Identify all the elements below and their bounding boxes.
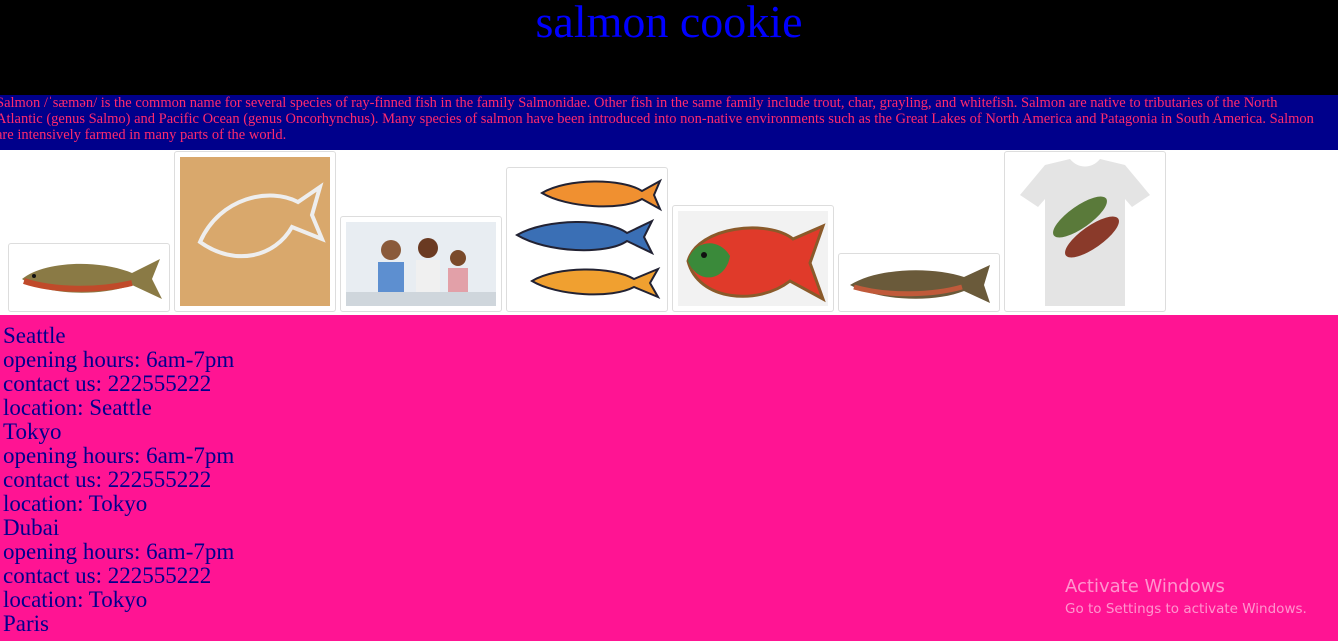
store-tokyo: Tokyo opening hours: 6am-7pm contact us:… [3, 420, 1003, 516]
family-kitchen-image[interactable] [340, 216, 502, 312]
store-seattle: Seattle opening hours: 6am-7pm contact u… [3, 324, 1003, 420]
store-location: location: Tokyo [3, 587, 148, 612]
store-location: location: Seattle [3, 395, 152, 420]
image-gallery [0, 150, 1338, 315]
intro-section: Salmon /ˈsæmən/ is the common name for s… [0, 95, 1338, 150]
intro-paragraph: Salmon /ˈsæmən/ is the common name for s… [0, 95, 1314, 143]
salmon-tshirt-image[interactable] [1004, 151, 1166, 312]
store-name: Tokyo [3, 419, 62, 444]
cartoon-fish-image[interactable] [506, 167, 668, 312]
store-paris: Paris [3, 612, 1003, 636]
store-list: Seattle opening hours: 6am-7pm contact u… [3, 324, 1003, 636]
salmon-side-image[interactable] [838, 253, 1000, 312]
watermark-title: Activate Windows [1065, 576, 1225, 597]
store-contact: contact us: 222555222 [3, 467, 212, 492]
store-contact: contact us: 222555222 [3, 563, 212, 588]
store-name: Paris [3, 611, 49, 636]
salmon-fish-image[interactable] [8, 243, 170, 312]
store-hours: opening hours: 6am-7pm [3, 443, 235, 468]
store-hours: opening hours: 6am-7pm [3, 539, 235, 564]
page-title: salmon cookie [535, 0, 803, 47]
store-dubai: Dubai opening hours: 6am-7pm contact us:… [3, 516, 1003, 612]
store-hours: opening hours: 6am-7pm [3, 347, 235, 372]
header: salmon cookie [0, 0, 1338, 95]
watermark-subtitle: Go to Settings to activate Windows. [1065, 601, 1307, 617]
store-name: Dubai [3, 515, 60, 540]
salmon-cookie-image[interactable] [672, 205, 834, 312]
store-location: location: Tokyo [3, 491, 148, 516]
store-name: Seattle [3, 323, 66, 348]
salmon-cookie-cutter-image[interactable] [174, 151, 336, 312]
activate-windows-watermark: Activate Windows Go to Settings to activ… [1065, 575, 1307, 619]
store-contact: contact us: 222555222 [3, 371, 212, 396]
